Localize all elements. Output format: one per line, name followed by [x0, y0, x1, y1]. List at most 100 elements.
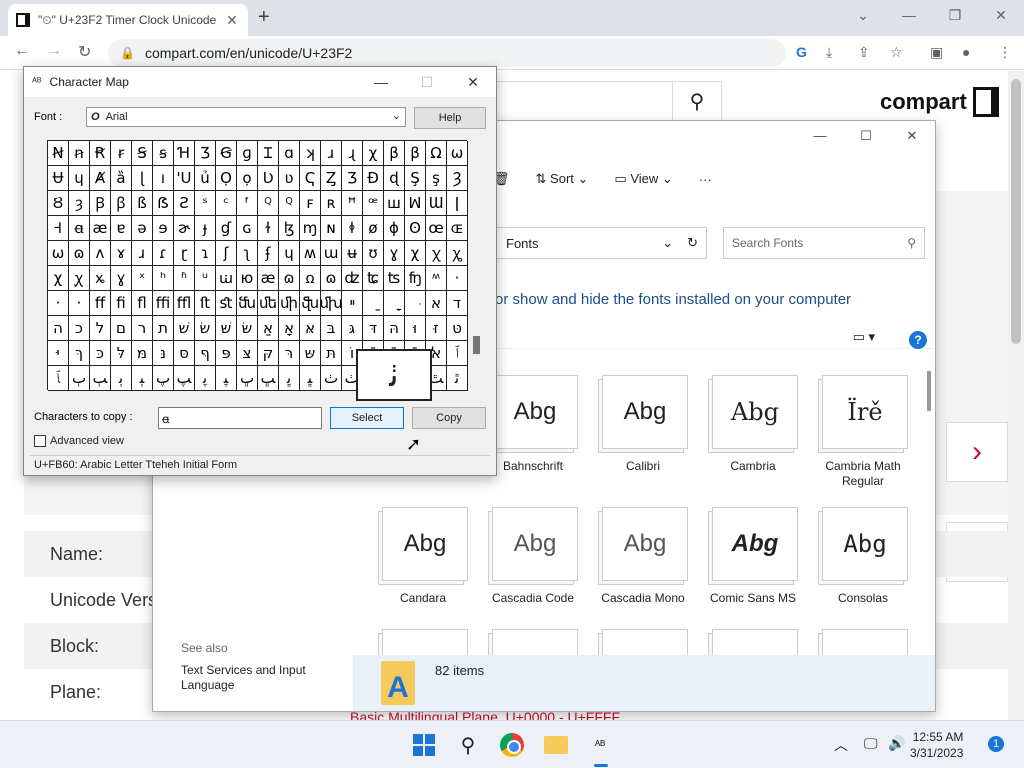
character-cell[interactable]: ꟴ: [258, 191, 279, 216]
character-cell[interactable]: ꞩ: [153, 141, 174, 166]
new-tab-icon[interactable]: +: [258, 6, 270, 29]
character-cell[interactable]: ɯ: [321, 241, 342, 266]
character-cell[interactable]: אָ: [279, 316, 300, 341]
character-cell[interactable]: ɐ: [111, 216, 132, 241]
character-cell[interactable]: χ: [48, 266, 69, 291]
character-cell[interactable]: שּ: [300, 341, 321, 366]
character-cell[interactable]: ˣ: [132, 266, 153, 291]
browser-tab[interactable]: "⏲" U+23F2 Timer Clock Unicode ✕: [8, 4, 248, 36]
character-cell[interactable]: ﭓ: [90, 366, 111, 391]
character-cell[interactable]: ﭖ: [153, 366, 174, 391]
character-cell[interactable]: ﬆ: [216, 291, 237, 316]
character-cell[interactable]: ꞧ: [111, 141, 132, 166]
character-cell[interactable]: ɟ: [195, 216, 216, 241]
character-cell[interactable]: מּ: [132, 341, 153, 366]
character-cell[interactable]: ּ: [405, 291, 426, 316]
character-cell[interactable]: ɱ: [300, 216, 321, 241]
character-cell[interactable]: ɿ: [195, 241, 216, 266]
character-cell[interactable]: ꭓ: [426, 241, 447, 266]
character-cell[interactable]: ɥ: [279, 241, 300, 266]
character-cell[interactable]: ﭝ: [300, 366, 321, 391]
font-item-comic-sans[interactable]: Abg Comic Sans MS: [698, 501, 808, 625]
font-item-cambria[interactable]: Abg Cambria: [698, 369, 808, 493]
advanced-view-checkbox[interactable]: Advanced view: [34, 435, 124, 447]
charmap-minimize-button[interactable]: —: [358, 74, 404, 91]
character-cell[interactable]: רּ: [279, 341, 300, 366]
bookmark-star-icon[interactable]: ☆: [890, 44, 903, 61]
character-cell[interactable]: Ʉ: [48, 166, 69, 191]
page-scrollbar[interactable]: [1008, 71, 1024, 721]
character-cell[interactable]: ɸ: [384, 216, 405, 241]
character-cell[interactable]: Ꞧ: [90, 141, 111, 166]
font-item-cambria-math[interactable]: Ïrě Cambria Math Regular: [808, 369, 918, 493]
google-icon[interactable]: G: [796, 44, 807, 60]
character-cell[interactable]: ʰ: [153, 266, 174, 291]
character-cell[interactable]: ᶜ: [216, 191, 237, 216]
character-cell[interactable]: ﭛ: [258, 366, 279, 391]
character-cell[interactable]: ﭗ: [174, 366, 195, 391]
character-cell[interactable]: ɴ: [321, 216, 342, 241]
character-cell[interactable]: פּ: [216, 341, 237, 366]
character-cell[interactable]: צּ: [237, 341, 258, 366]
character-cell[interactable]: ˢ: [195, 191, 216, 216]
fonts-close-button[interactable]: ✕: [889, 121, 935, 151]
character-cell[interactable]: ﭜ: [279, 366, 300, 391]
character-cell[interactable]: ɽ: [174, 241, 195, 266]
character-cell[interactable]: æ: [258, 266, 279, 291]
character-cell[interactable]: 'U: [174, 166, 195, 191]
character-cell[interactable]: Ꞵ: [90, 191, 111, 216]
character-cell[interactable]: ꭖ: [90, 266, 111, 291]
character-cell[interactable]: ר: [132, 316, 153, 341]
character-cell[interactable]: ꭕ: [69, 266, 90, 291]
character-cell[interactable]: ẞ: [153, 191, 174, 216]
character-cell[interactable]: ﭙ: [216, 366, 237, 391]
character-cell[interactable]: Ʒ: [342, 166, 363, 191]
character-cell[interactable]: Ꟶ: [48, 216, 69, 241]
font-select[interactable]: O Arial ⌄: [86, 107, 406, 127]
character-cell[interactable]: ɑ: [279, 141, 300, 166]
character-cell[interactable]: Ɖ: [363, 166, 384, 191]
character-cell[interactable]: וּ: [405, 316, 426, 341]
character-cell[interactable]: β: [384, 141, 405, 166]
character-cell[interactable]: ɢ: [237, 216, 258, 241]
next-character-button[interactable]: ›: [946, 422, 1008, 482]
copy-button[interactable]: Copy: [412, 407, 486, 429]
character-cell[interactable]: דּ: [363, 316, 384, 341]
character-cell[interactable]: הּ: [384, 316, 405, 341]
character-cell[interactable]: ɘ: [153, 216, 174, 241]
character-cell[interactable]: ﬀ: [90, 291, 111, 316]
character-cell[interactable]: שּׂ: [237, 316, 258, 341]
character-cell[interactable]: ל: [90, 316, 111, 341]
character-cell[interactable]: ﬕ: [279, 291, 300, 316]
character-cell[interactable]: ɹ: [132, 241, 153, 266]
page-search-input[interactable]: [496, 81, 672, 121]
character-cell[interactable]: ꞥ: [69, 141, 90, 166]
character-cell[interactable]: Ş: [405, 166, 426, 191]
character-cell[interactable]: ɭ: [132, 166, 153, 191]
character-cell[interactable]: בּ: [321, 316, 342, 341]
font-item-cascadia-code[interactable]: Abg Cascadia Code: [478, 501, 588, 625]
view-layout-icon[interactable]: ▭ ▾: [853, 329, 875, 345]
character-cell[interactable]: ɡ: [237, 141, 258, 166]
character-cell[interactable]: ת: [153, 316, 174, 341]
chevron-down-icon[interactable]: ⌄: [392, 109, 401, 122]
help-icon[interactable]: ?: [909, 331, 927, 349]
character-cell[interactable]: ﭚ: [237, 366, 258, 391]
browser-close-button[interactable]: ✕: [978, 0, 1024, 30]
character-cell[interactable]: ָ: [384, 291, 405, 316]
character-cell[interactable]: ꞵ: [111, 191, 132, 216]
character-cell[interactable]: ɾ: [153, 241, 174, 266]
character-cell[interactable]: ףּ: [195, 341, 216, 366]
character-cell[interactable]: Ʒ: [195, 141, 216, 166]
menu-kebab-icon[interactable]: ⋮: [998, 44, 1012, 61]
forward-arrow-icon[interactable]: →: [46, 42, 62, 60]
character-cell[interactable]: ꭐ: [216, 266, 237, 291]
character-cell[interactable]: Ȥ: [321, 166, 342, 191]
character-cell[interactable]: Ω: [426, 141, 447, 166]
select-button[interactable]: Select: [330, 407, 404, 429]
character-cell[interactable]: ß: [132, 191, 153, 216]
fonts-maximize-button[interactable]: ☐: [843, 121, 889, 151]
chevron-down-icon[interactable]: ⌄: [662, 235, 673, 251]
character-cell[interactable]: ɹ: [321, 141, 342, 166]
system-clock[interactable]: 12:55 AM 3/31/2023: [910, 729, 963, 761]
